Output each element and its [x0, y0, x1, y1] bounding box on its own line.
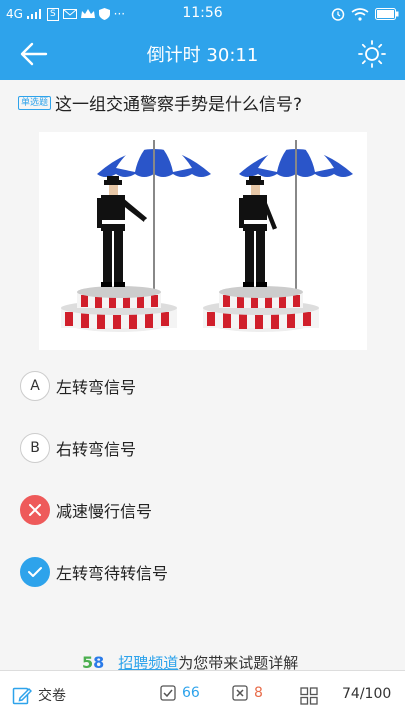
option-c-label: 减速慢行信号: [56, 502, 153, 521]
wrong-count: 8: [254, 685, 263, 701]
option-d-label: 左转弯待转信号: [56, 564, 169, 583]
check-icon: [28, 567, 42, 577]
cross-icon: [29, 504, 41, 516]
option-b[interactable]: B 右转弯信号: [20, 433, 136, 463]
question-line: 单选题 这一组交通警察手势是什么信号?: [18, 90, 302, 115]
brightness-icon[interactable]: [357, 39, 387, 69]
checkbox-icon: [160, 685, 176, 701]
correct-answer-marker: [20, 557, 50, 587]
wrong-answer-marker: [20, 495, 50, 525]
grid-icon[interactable]: [300, 687, 318, 705]
submit-label: 交卷: [38, 688, 66, 704]
correct-counter: 66: [160, 685, 200, 701]
back-arrow-icon[interactable]: [18, 40, 50, 68]
option-b-label: 右转弯信号: [56, 440, 137, 459]
edit-icon: [12, 687, 32, 705]
submit-exam-button[interactable]: 交卷: [12, 685, 66, 705]
option-a[interactable]: A 左转弯信号: [20, 371, 136, 401]
question-text: 这一组交通警察手势是什么信号?: [55, 95, 303, 115]
bottom-bar: 交卷 66 8 74/100: [0, 670, 405, 720]
option-d[interactable]: 左转弯待转信号: [20, 557, 168, 587]
question-image: [39, 132, 367, 350]
countdown-title: 倒计时 30:11: [146, 45, 259, 66]
wrong-counter: 8: [232, 685, 263, 701]
clock: 11:56: [182, 5, 223, 21]
top-bar: 倒计时 30:11: [0, 28, 405, 80]
option-b-marker: B: [20, 433, 50, 463]
traffic-police-illustration: [61, 139, 353, 332]
option-a-label: 左转弯信号: [56, 378, 137, 397]
status-bar: 4G S ··· 11:56: [0, 0, 405, 28]
question-type-badge: 单选题: [18, 95, 52, 110]
question-progress: 74/100: [342, 686, 392, 702]
x-box-icon: [232, 685, 248, 701]
question-area: 单选题 这一组交通警察手势是什么信号? A 左转弯信号 B 右转弯信号 减速慢行…: [0, 80, 405, 672]
option-c[interactable]: 减速慢行信号: [20, 495, 152, 525]
police-scene-right: [203, 139, 353, 332]
option-a-marker: A: [20, 371, 50, 401]
correct-count: 66: [182, 685, 200, 701]
police-scene-left: [61, 139, 211, 332]
